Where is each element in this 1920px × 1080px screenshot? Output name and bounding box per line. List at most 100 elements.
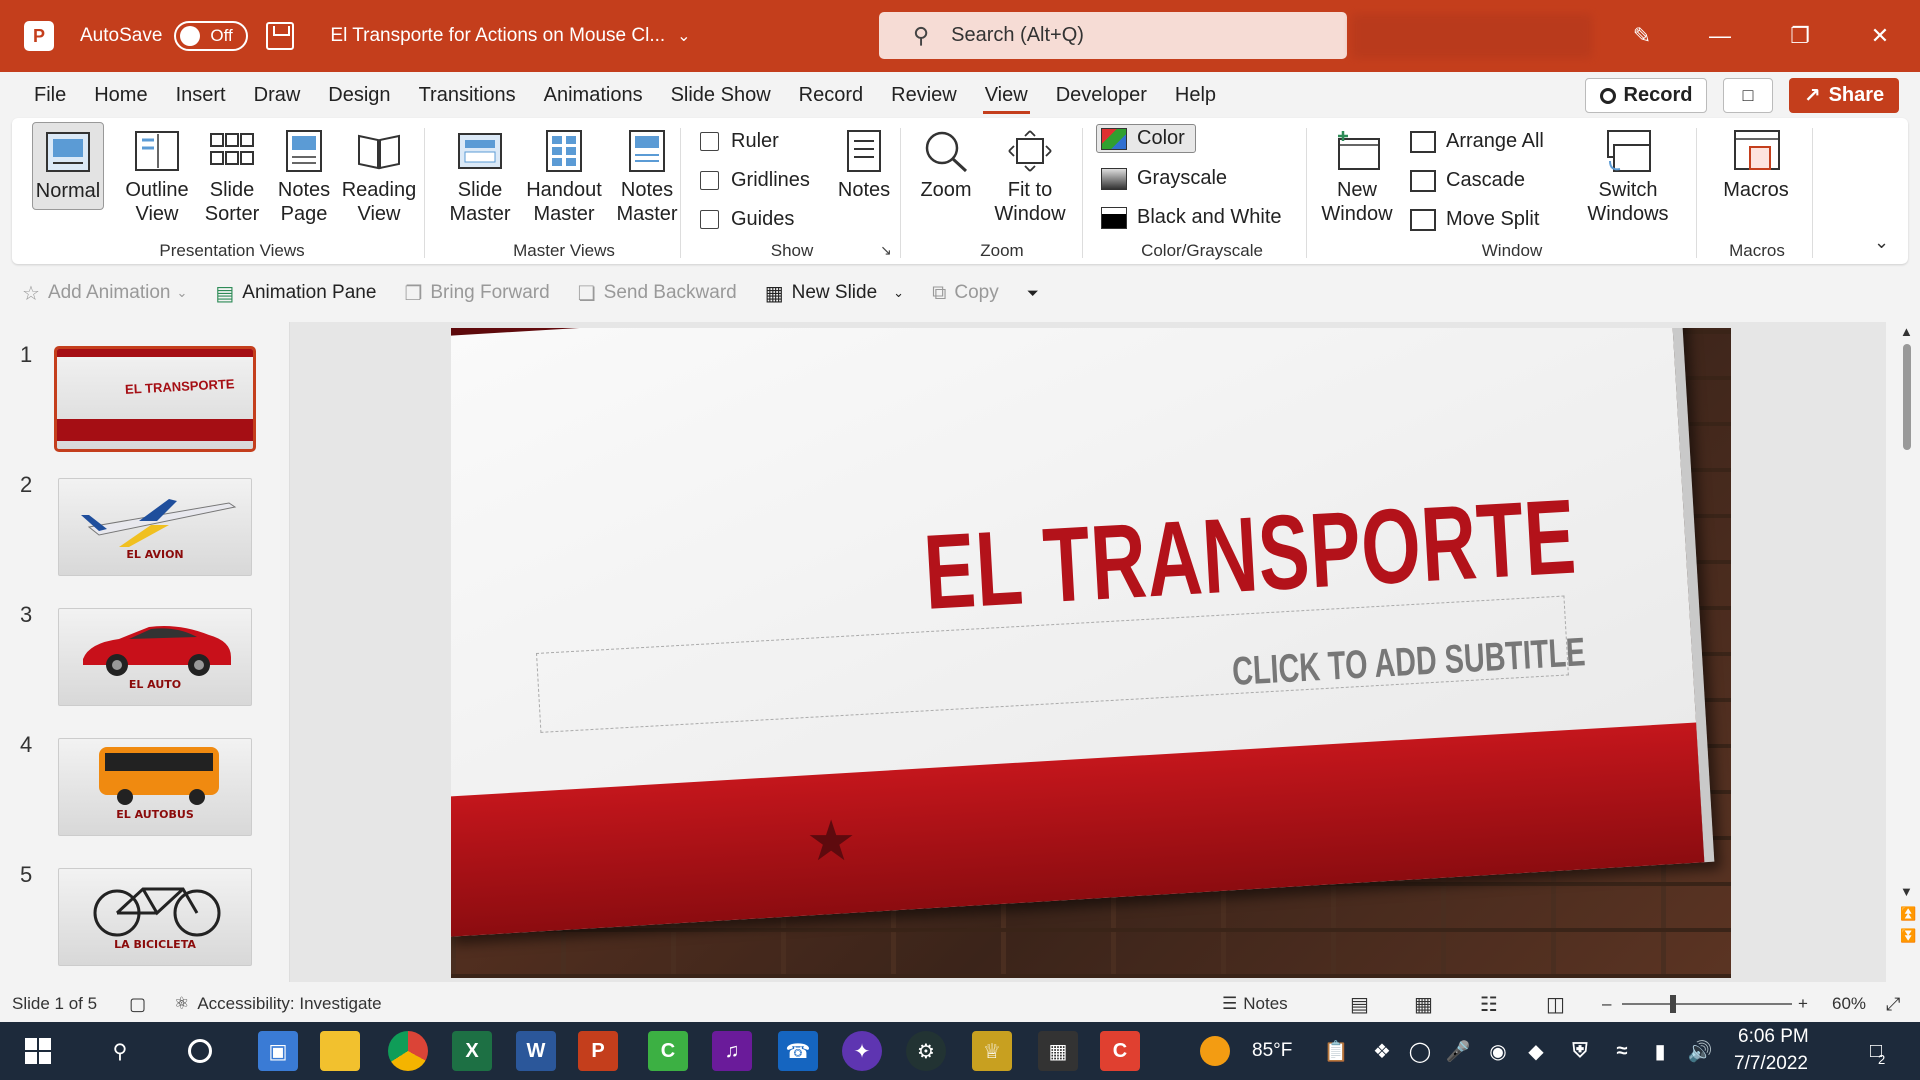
- tab-developer[interactable]: Developer: [1042, 72, 1161, 118]
- save-icon[interactable]: [266, 22, 295, 50]
- windows-start-icon[interactable]: [18, 1031, 58, 1071]
- clipboard-tray-icon[interactable]: 📋: [1316, 1031, 1356, 1071]
- notes-page-button[interactable]: Notes Page: [264, 128, 344, 226]
- slide-thumbnail-3[interactable]: EL AUTO: [58, 608, 252, 706]
- arrange-all-button[interactable]: Arrange All: [1410, 130, 1544, 153]
- document-title[interactable]: El Transporte for Actions on Mouse Cl...: [330, 25, 665, 47]
- chevron-down-icon[interactable]: ⌄: [893, 285, 904, 301]
- tab-help[interactable]: Help: [1161, 72, 1230, 118]
- clock-date[interactable]: 7/7/2022: [1734, 1053, 1808, 1075]
- tab-view[interactable]: View: [971, 72, 1042, 118]
- zoom-level[interactable]: 60%: [1832, 994, 1866, 1014]
- tab-file[interactable]: File: [20, 72, 80, 118]
- fit-slide-icon[interactable]: ⤢: [1886, 994, 1900, 1015]
- slide-master-button[interactable]: Slide Master: [438, 128, 522, 226]
- normal-view-button[interactable]: Normal: [32, 122, 104, 210]
- zoom-slider-thumb[interactable]: [1670, 995, 1676, 1013]
- volume-icon[interactable]: 🔊: [1680, 1031, 1720, 1071]
- slide-editing-canvas[interactable]: ★ EL TRANSPORTE CLICK TO ADD SUBTITLE: [290, 322, 1886, 982]
- next-slide-icon[interactable]: ⏬: [1900, 928, 1916, 944]
- steam-icon[interactable]: ⚙: [906, 1031, 946, 1071]
- chrome-tray-icon[interactable]: ◉: [1478, 1031, 1518, 1071]
- notes-master-button[interactable]: Notes Master: [602, 128, 692, 226]
- color-button[interactable]: Color: [1096, 124, 1196, 153]
- ruler-checkbox[interactable]: Ruler: [700, 130, 779, 153]
- dropbox-tray-icon[interactable]: ❖: [1362, 1031, 1402, 1071]
- search-box[interactable]: ⚲ Search (Alt+Q): [879, 12, 1347, 59]
- zoom-out-icon[interactable]: –: [1602, 994, 1611, 1014]
- app-icon-f[interactable]: C: [1100, 1031, 1140, 1071]
- security-tray-icon[interactable]: ⛨: [1560, 1031, 1600, 1071]
- normal-view-icon[interactable]: ▤: [1350, 992, 1369, 1017]
- slide-thumbnail-5[interactable]: LA BICICLETA: [58, 868, 252, 966]
- cortana-icon[interactable]: [180, 1031, 220, 1071]
- autosave-toggle[interactable]: Off: [174, 21, 249, 51]
- minimize-icon[interactable]: —: [1680, 0, 1760, 72]
- designer-icon[interactable]: ✎: [1602, 0, 1682, 72]
- add-animation-button[interactable]: ☆ Add Animation ⌄: [22, 281, 187, 306]
- app-icon-c[interactable]: ✦: [842, 1031, 882, 1071]
- wifi-icon[interactable]: ≈: [1602, 1031, 1642, 1071]
- tab-animations[interactable]: Animations: [530, 72, 657, 118]
- accessibility-status[interactable]: ⚛ Accessibility: Investigate: [174, 994, 382, 1014]
- outline-view-button[interactable]: Outline View: [112, 128, 202, 226]
- close-icon[interactable]: ✕: [1840, 0, 1920, 72]
- reading-view-icon[interactable]: ☷: [1480, 992, 1498, 1017]
- tab-home[interactable]: Home: [80, 72, 161, 118]
- new-slide-button[interactable]: ▦ New Slide ⌄: [765, 281, 904, 306]
- tab-review[interactable]: Review: [877, 72, 971, 118]
- cascade-button[interactable]: Cascade: [1410, 169, 1525, 192]
- powerpoint-taskbar-icon[interactable]: P: [578, 1031, 618, 1071]
- tab-record[interactable]: Record: [785, 72, 877, 118]
- bring-forward-button[interactable]: ❐ Bring Forward: [404, 281, 549, 306]
- clock-time[interactable]: 6:06 PM: [1738, 1026, 1809, 1048]
- tab-transitions[interactable]: Transitions: [405, 72, 530, 118]
- handout-master-button[interactable]: Handout Master: [514, 128, 614, 226]
- scroll-up-icon[interactable]: ▲: [1900, 324, 1913, 339]
- reading-view-button[interactable]: Reading View: [334, 128, 424, 226]
- tray-app-icon[interactable]: ◯: [1400, 1031, 1440, 1071]
- customize-toolbar-button[interactable]: ⏷: [1027, 285, 1039, 302]
- copy-button[interactable]: ⧉ Copy: [932, 282, 999, 305]
- gridlines-checkbox[interactable]: Gridlines: [700, 169, 810, 192]
- camtasia-icon[interactable]: C: [648, 1031, 688, 1071]
- restore-icon[interactable]: ❐: [1760, 0, 1840, 72]
- slide-thumbnail-1[interactable]: EL TRANSPORTE: [54, 346, 256, 452]
- app-icon-a[interactable]: ♫: [712, 1031, 752, 1071]
- weather-icon[interactable]: [1200, 1036, 1230, 1066]
- account-area[interactable]: [1352, 14, 1592, 58]
- microphone-tray-icon[interactable]: 🎤: [1438, 1031, 1478, 1071]
- chevron-down-icon[interactable]: ⌄: [677, 26, 690, 46]
- zoom-in-icon[interactable]: +: [1798, 994, 1808, 1014]
- scroll-down-icon[interactable]: ▼: [1900, 884, 1913, 899]
- vertical-scrollbar[interactable]: ▲ ▼ ⏫ ⏬: [1896, 322, 1920, 982]
- zoom-button[interactable]: Zoom: [912, 128, 980, 202]
- comments-button[interactable]: □: [1723, 78, 1773, 113]
- battery-icon[interactable]: ▮: [1640, 1031, 1680, 1071]
- taskbar-search-icon[interactable]: ⚲: [100, 1031, 140, 1071]
- macros-button[interactable]: Macros: [1716, 128, 1796, 202]
- slide-thumbnail-4[interactable]: EL AUTOBUS: [58, 738, 252, 836]
- show-dialog-launcher-icon[interactable]: ↘: [880, 242, 892, 259]
- excel-icon[interactable]: X: [452, 1031, 492, 1071]
- file-explorer-icon[interactable]: [320, 1031, 360, 1071]
- collapse-ribbon-icon[interactable]: ⌄: [1874, 232, 1889, 253]
- spell-check-icon[interactable]: ▢: [129, 994, 146, 1015]
- black-and-white-button[interactable]: Black and White: [1101, 206, 1282, 229]
- zoom-slider[interactable]: [1622, 995, 1792, 1013]
- share-button[interactable]: ↗ Share: [1789, 78, 1899, 113]
- switch-windows-button[interactable]: Switch Windows: [1580, 128, 1676, 226]
- record-button[interactable]: Record: [1585, 78, 1707, 113]
- tab-insert[interactable]: Insert: [162, 72, 240, 118]
- grayscale-button[interactable]: Grayscale: [1101, 167, 1227, 190]
- app-icon-b[interactable]: ☎: [778, 1031, 818, 1071]
- tab-draw[interactable]: Draw: [240, 72, 315, 118]
- tab-design[interactable]: Design: [314, 72, 404, 118]
- app-icon-d[interactable]: ♕: [972, 1031, 1012, 1071]
- tab-slide-show[interactable]: Slide Show: [657, 72, 785, 118]
- fit-to-window-button[interactable]: Fit to Window: [994, 128, 1066, 226]
- current-slide[interactable]: ★ EL TRANSPORTE CLICK TO ADD SUBTITLE: [451, 328, 1731, 978]
- slide-thumbnail-2[interactable]: EL AVION: [58, 478, 252, 576]
- notes-button[interactable]: Notes: [832, 128, 896, 202]
- chrome-icon[interactable]: [388, 1031, 428, 1071]
